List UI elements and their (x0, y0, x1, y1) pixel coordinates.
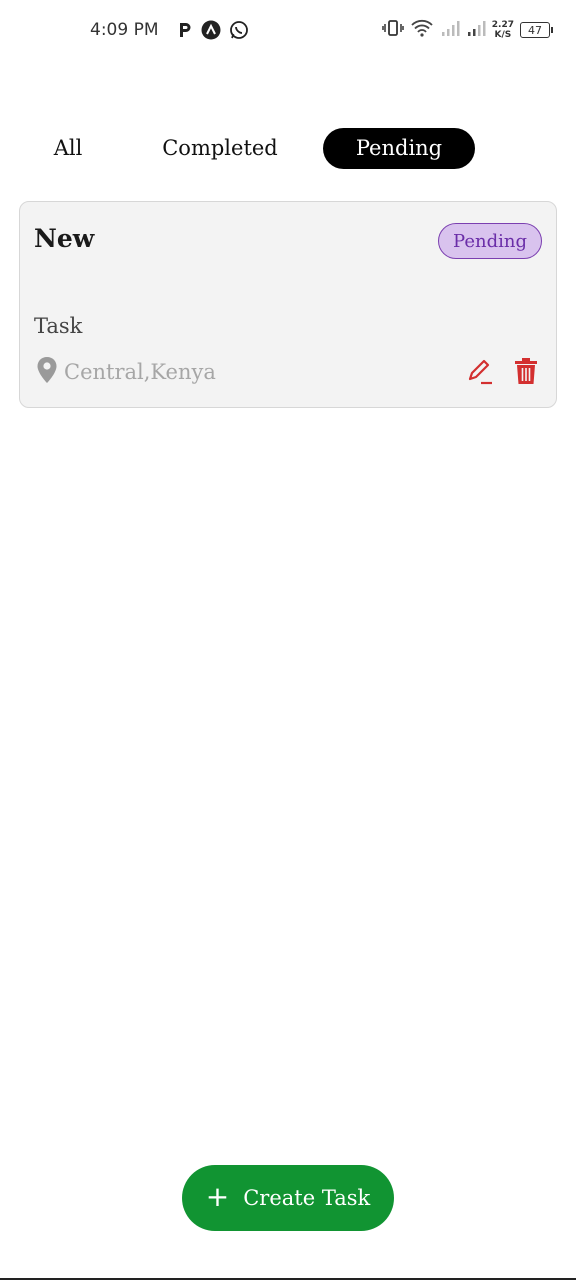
network-speed-unit: K/S (494, 30, 512, 40)
system-icons: 2.27 K/S 47 (382, 18, 553, 42)
p-app-icon (177, 21, 193, 43)
tab-pending[interactable]: Pending (323, 128, 475, 169)
task-actions (466, 356, 540, 386)
status-time: 4:09 PM (90, 20, 159, 40)
task-title: New (34, 224, 95, 253)
filter-tabs: All Completed Pending (0, 128, 576, 169)
signal-icon-sim1 (440, 19, 460, 41)
tab-completed[interactable]: Completed (145, 128, 295, 169)
edit-icon[interactable] (466, 356, 494, 386)
plus-icon: + (205, 1179, 230, 1213)
create-task-button[interactable]: + Create Task (182, 1165, 394, 1231)
task-card[interactable]: New Pending Task Central,Kenya (19, 201, 557, 408)
vibrate-icon (382, 19, 404, 41)
task-location: Central,Kenya (36, 356, 216, 388)
task-description: Task (34, 314, 83, 338)
status-badge: Pending (438, 223, 542, 259)
network-speed: 2.27 K/S (492, 20, 514, 40)
delete-icon[interactable] (512, 356, 540, 386)
location-pin-icon (36, 356, 58, 388)
app-a-icon (201, 20, 221, 44)
wifi-icon (410, 18, 434, 42)
location-text: Central,Kenya (64, 360, 216, 384)
notification-icons (177, 20, 249, 44)
tab-all[interactable]: All (32, 128, 104, 169)
signal-icon-sim2 (466, 19, 486, 41)
status-bar: 4:09 PM 2.27 K/S 47 (0, 0, 576, 64)
whatsapp-icon (229, 20, 249, 44)
create-task-label: Create Task (243, 1186, 371, 1210)
network-speed-value: 2.27 (491, 20, 514, 30)
battery-icon: 47 (520, 22, 553, 38)
